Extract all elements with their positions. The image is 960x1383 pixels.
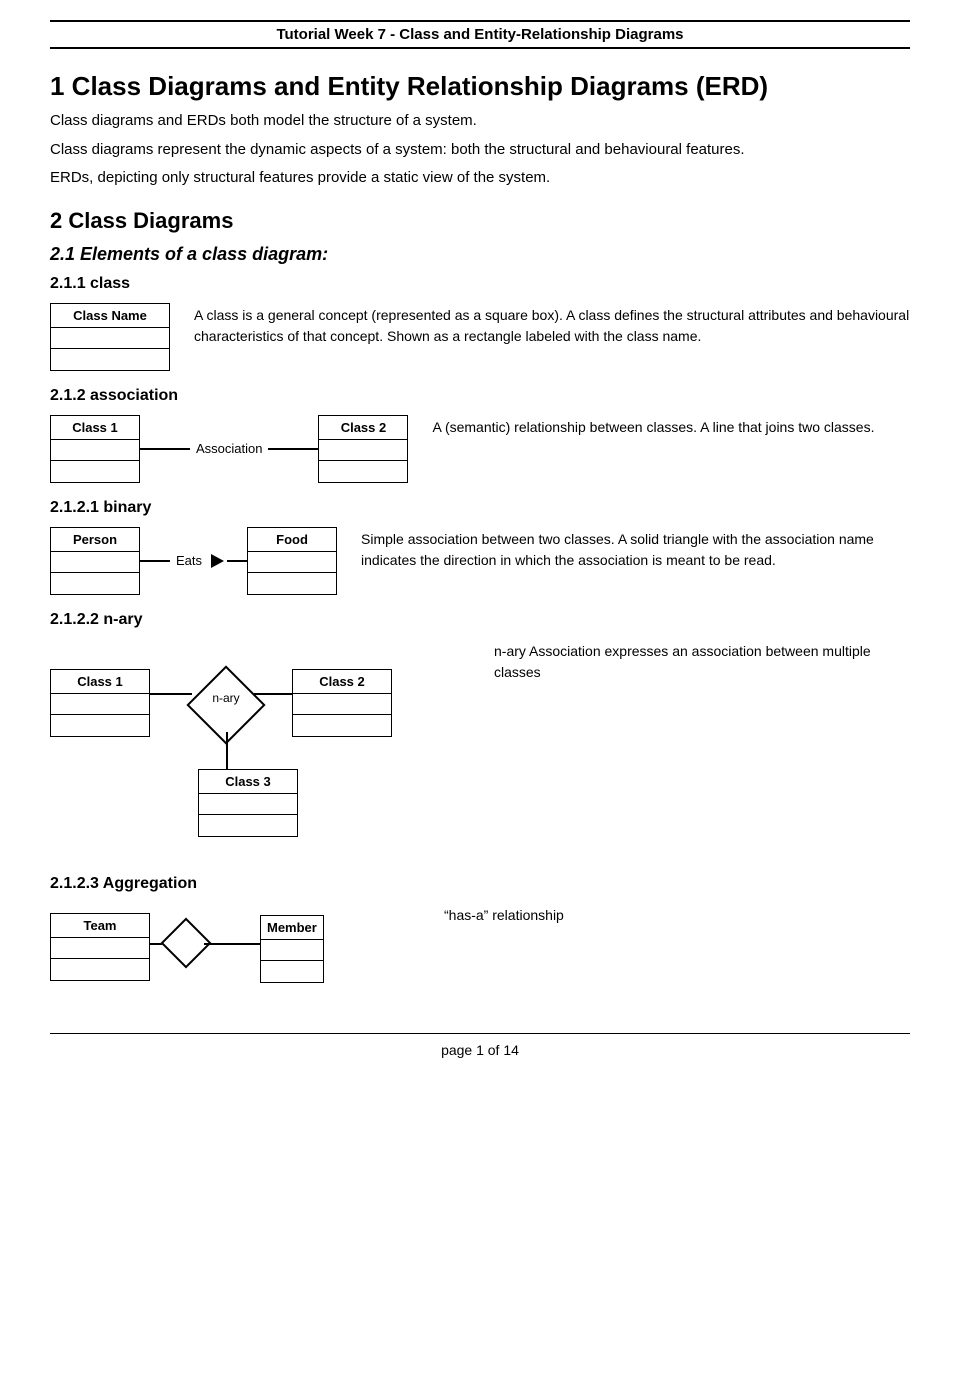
nary-class2-box: Class 2	[292, 669, 392, 737]
class-diagram-section: Class Name A class is a general concept …	[50, 303, 910, 371]
intro-line-3: ERDs, depicting only structural features…	[50, 167, 910, 190]
intro-line-2: Class diagrams represent the dynamic asp…	[50, 139, 910, 162]
nary-class1-box: Class 1	[50, 669, 150, 737]
binary-diagram-section: Person Eats Food Simple association betw…	[50, 527, 910, 595]
class-description: A class is a general concept (represente…	[194, 303, 910, 348]
page-header: Tutorial Week 7 - Class and Entity-Relat…	[50, 20, 910, 49]
nary-line3	[226, 732, 228, 770]
section-21-title: 2.1 Elements of a class diagram:	[50, 244, 910, 265]
main-title: 1 Class Diagrams and Entity Relationship…	[50, 71, 910, 102]
class1-box: Class 1	[50, 415, 140, 483]
nary-line1	[150, 693, 192, 695]
assoc-line-left	[140, 448, 190, 450]
person-label: Person	[51, 528, 139, 552]
food-box: Food	[247, 527, 337, 595]
section-212-title: 2.1.2 association	[50, 387, 910, 405]
team-box: Team	[50, 913, 150, 981]
page-footer: page 1 of 14	[50, 1033, 910, 1058]
association-diagram-section: Class 1 Association Class 2 A (semantic)…	[50, 415, 910, 483]
food-label: Food	[248, 528, 336, 552]
aggregation-diagram: Team Member	[50, 903, 420, 993]
class2-box: Class 2	[318, 415, 408, 483]
member-box: Member	[260, 915, 324, 983]
binary-line-left	[140, 560, 170, 562]
section-2121-title: 2.1.2.1 binary	[50, 499, 910, 517]
association-label: Association	[190, 441, 268, 456]
nary-class2-label: Class 2	[293, 670, 391, 694]
direction-arrow	[211, 554, 224, 568]
agg-line-right	[204, 943, 260, 945]
binary-diagram: Person Eats Food	[50, 527, 337, 595]
nary-diagram-section: Class 1 n-ary Class 2	[50, 639, 910, 859]
class-name-label: Class Name	[51, 304, 169, 328]
association-description: A (semantic) relationship between classe…	[432, 415, 910, 439]
aggregation-description: “has-a” relationship	[444, 903, 910, 927]
class1-label: Class 1	[51, 416, 139, 440]
nary-class3-box: Class 3	[198, 769, 298, 837]
class-name-diagram: Class Name	[50, 303, 170, 371]
association-diagram: Class 1 Association Class 2	[50, 415, 408, 483]
eats-label: Eats	[170, 553, 208, 568]
nary-diagram: Class 1 n-ary Class 2	[50, 639, 470, 859]
section-2-title: 2 Class Diagrams	[50, 208, 910, 234]
nary-description: n-ary Association expresses an associati…	[494, 639, 910, 684]
class-name-box: Class Name	[50, 303, 170, 371]
member-label: Member	[261, 916, 323, 940]
section-2123-title: 2.1.2.3 Aggregation	[50, 875, 910, 893]
team-label: Team	[51, 914, 149, 938]
nary-class3-label: Class 3	[199, 770, 297, 794]
nary-line2	[254, 693, 296, 695]
section-2122-title: 2.1.2.2 n-ary	[50, 611, 910, 629]
section-211-title: 2.1.1 class	[50, 275, 910, 293]
assoc-line-right	[268, 448, 318, 450]
nary-diamond-label: n-ary	[198, 691, 254, 705]
binary-line-right	[227, 560, 247, 562]
person-box: Person	[50, 527, 140, 595]
binary-description: Simple association between two classes. …	[361, 527, 910, 572]
nary-class1-label: Class 1	[51, 670, 149, 694]
intro-line-1: Class diagrams and ERDs both model the s…	[50, 110, 910, 133]
aggregation-diagram-section: Team Member “has-a” relationship	[50, 903, 910, 993]
class2-label: Class 2	[319, 416, 407, 440]
